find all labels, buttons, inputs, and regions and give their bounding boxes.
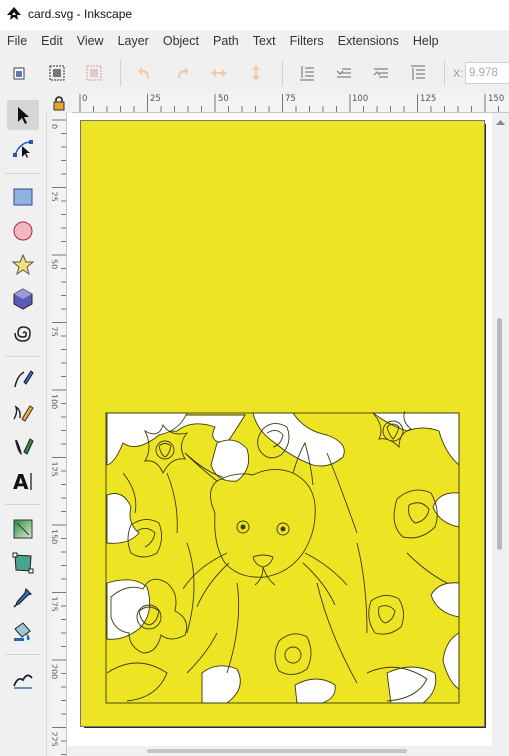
vruler-label: 25	[52, 192, 59, 202]
hruler-label-100: 100	[352, 94, 369, 104]
horizontal-ruler[interactable]: 0 25 50 75 100 125 150	[72, 94, 509, 113]
vruler-label: 50	[52, 259, 59, 269]
raise-icon[interactable]	[370, 62, 392, 84]
vertical-ruler[interactable]: 0 25 50 75 100 125 150 175 200 225	[52, 112, 67, 756]
menu-view[interactable]: View	[70, 30, 111, 52]
vruler-label: 200	[52, 664, 59, 679]
deselect-icon[interactable]	[83, 62, 105, 84]
hruler-label-75: 75	[285, 94, 296, 104]
menu-help[interactable]: Help	[406, 30, 446, 52]
ellipse-tool-icon[interactable]	[7, 216, 39, 246]
window-title: card.svg - Inkscape	[28, 7, 133, 21]
flip-horizontal-icon[interactable]	[208, 62, 230, 84]
pen-tool-icon[interactable]	[7, 364, 39, 394]
rectangle-tool-icon[interactable]	[7, 182, 39, 212]
lock-icon[interactable]	[52, 95, 66, 111]
x-coordinate-input[interactable]: 9.978	[465, 62, 509, 84]
vruler-label: 225	[52, 732, 59, 747]
vruler-label: 125	[52, 462, 59, 477]
gradient-tool-icon[interactable]	[7, 514, 39, 544]
tweak-tool-icon[interactable]	[7, 664, 39, 694]
hruler-label-150: 150	[488, 94, 505, 104]
rotate-cw-icon[interactable]	[171, 62, 193, 84]
selector-tool-icon[interactable]	[7, 100, 39, 130]
lower-to-bottom-icon[interactable]	[296, 62, 318, 84]
hruler-label-25: 25	[150, 94, 161, 104]
menu-path[interactable]: Path	[206, 30, 246, 52]
vruler-label: 0	[52, 124, 59, 129]
tool-controls-bar: X: 9.978	[0, 52, 509, 95]
node-tool-icon[interactable]	[7, 134, 39, 164]
vruler-label: 175	[52, 597, 59, 612]
menu-filters[interactable]: Filters	[283, 30, 331, 52]
mesh-tool-icon[interactable]	[7, 548, 39, 578]
hruler-label-0: 0	[82, 94, 88, 104]
vertical-scrollbar[interactable]	[492, 113, 509, 746]
calligraphy-tool-icon[interactable]	[7, 432, 39, 462]
star-tool-icon[interactable]	[7, 250, 39, 280]
raise-to-top-icon[interactable]	[407, 62, 429, 84]
spiral-tool-icon[interactable]	[7, 318, 39, 348]
hruler-label-125: 125	[420, 94, 437, 104]
line-art	[105, 410, 460, 704]
x-coordinate-label: X:	[453, 68, 464, 80]
select-all-in-all-layers-icon[interactable]	[46, 62, 68, 84]
artwork[interactable]	[67, 113, 492, 746]
toolbox: A	[0, 94, 47, 756]
title-bar: card.svg - Inkscape	[0, 0, 509, 30]
menu-object[interactable]: Object	[156, 30, 206, 52]
vertical-scroll-thumb[interactable]	[497, 318, 502, 550]
hruler-label-50: 50	[218, 94, 229, 104]
lower-icon[interactable]	[333, 62, 355, 84]
vruler-label: 150	[52, 529, 59, 544]
svg-text:A: A	[13, 470, 29, 492]
vruler-label: 100	[52, 394, 59, 409]
menu-file[interactable]: File	[0, 30, 34, 52]
menu-extensions[interactable]: Extensions	[331, 30, 406, 52]
3d-box-tool-icon[interactable]	[7, 284, 39, 314]
menu-edit[interactable]: Edit	[34, 30, 70, 52]
paint-bucket-tool-icon[interactable]	[7, 616, 39, 646]
pencil-tool-icon[interactable]	[7, 398, 39, 428]
scroll-up-arrow-icon[interactable]	[496, 120, 505, 125]
menu-layer[interactable]: Layer	[111, 30, 156, 52]
ruler-corner	[46, 94, 72, 112]
horizontal-scrollbar[interactable]	[67, 746, 492, 756]
text-tool-icon[interactable]: A	[7, 466, 39, 496]
select-all-icon[interactable]	[8, 62, 30, 84]
drawing-canvas[interactable]	[67, 113, 492, 746]
horizontal-scroll-thumb[interactable]	[147, 749, 407, 753]
menu-text[interactable]: Text	[246, 30, 283, 52]
rotate-ccw-icon[interactable]	[134, 62, 156, 84]
menu-bar: File Edit View Layer Object Path Text Fi…	[0, 30, 509, 52]
inkscape-logo-icon	[7, 7, 21, 20]
vruler-label: 75	[52, 327, 59, 337]
dropper-tool-icon[interactable]	[7, 582, 39, 612]
flip-vertical-icon[interactable]	[245, 62, 267, 84]
vertical-ruler-ticks: 0 25 50 75 100 125 150 175 200 225	[52, 119, 66, 755]
